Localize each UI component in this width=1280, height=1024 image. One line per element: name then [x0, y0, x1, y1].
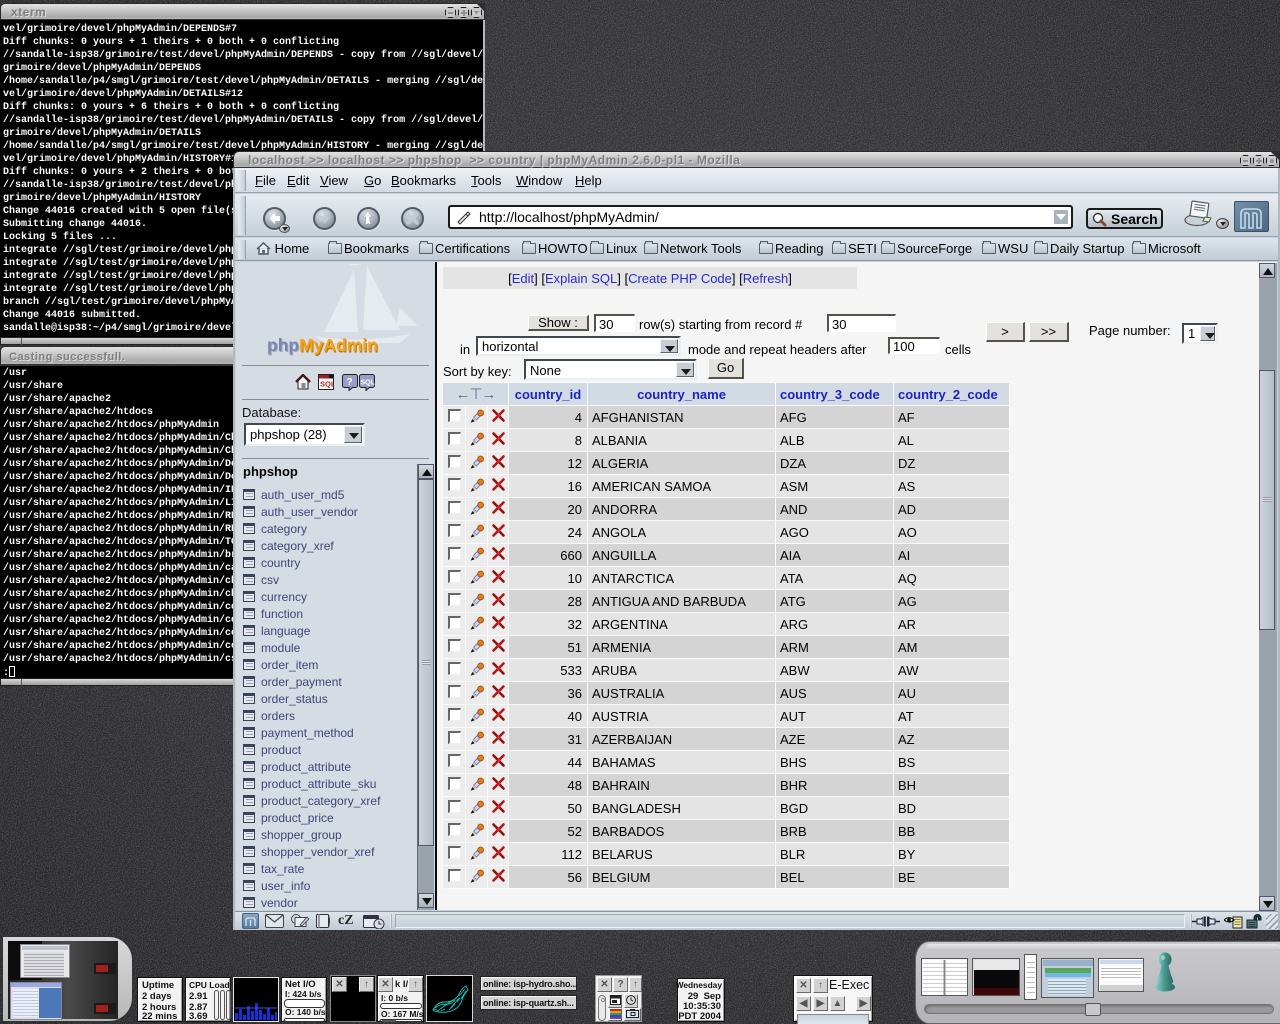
svg-text:?: ?	[347, 377, 353, 388]
svg-text:SQL: SQL	[320, 380, 334, 389]
svg-text:SQL: SQL	[361, 380, 376, 387]
